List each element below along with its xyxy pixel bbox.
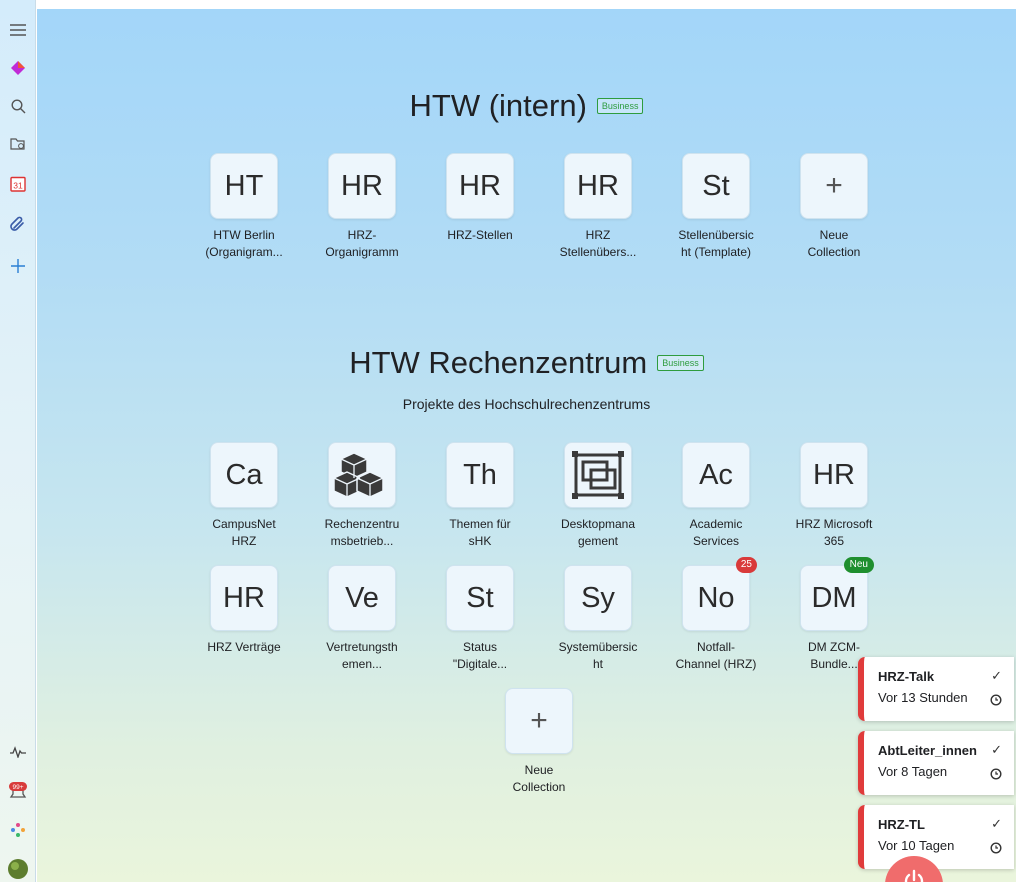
- check-icon[interactable]: ✓: [991, 742, 1002, 758]
- activity-icon[interactable]: [0, 740, 36, 764]
- collection-tile[interactable]: Ve Vertretungsth emen...: [307, 565, 417, 673]
- svg-text:31: 31: [13, 181, 23, 191]
- collection-label: HRZ Stellenübers...: [559, 228, 637, 259]
- collection-tile[interactable]: HR HRZ Stellenübers...: [543, 153, 653, 261]
- sidebar: 31 99+: [0, 0, 36, 882]
- collection-icon: Sy: [564, 565, 632, 631]
- top-strip: [37, 0, 1016, 9]
- collection-label: HRZ Verträge: [207, 640, 281, 654]
- collection-icon: Ca: [210, 442, 278, 508]
- collection-label: Systemübersic ht: [558, 640, 638, 671]
- collection-label: HRZ Microsoft 365: [795, 517, 873, 548]
- paperclip-icon[interactable]: [0, 212, 36, 236]
- notification-card[interactable]: AbtLeiter_innen Vor 8 Tagen ✓: [858, 731, 1014, 795]
- collection-label: Neue Collection: [807, 228, 861, 259]
- business-badge: Business: [657, 354, 704, 371]
- bell-icon[interactable]: 99+: [0, 779, 36, 803]
- section-title-text: HTW Rechenzentrum: [349, 344, 648, 380]
- new-collection-button[interactable]: + Neue Collection: [484, 688, 594, 796]
- plus-icon: +: [800, 153, 868, 219]
- search-icon[interactable]: [0, 94, 36, 118]
- collection-label: HRZ-Stellen: [447, 228, 513, 242]
- section-subtitle: Projekte des Hochschulrechenzentrums: [402, 396, 651, 412]
- notification-time: Vor 8 Tagen: [878, 764, 948, 779]
- collection-label: Stellenübersic ht (Template): [678, 228, 754, 259]
- new-badge: Neu: [843, 557, 874, 573]
- collection-icon: St: [682, 153, 750, 219]
- notification-card[interactable]: HRZ-Talk Vor 13 Stunden ✓: [858, 657, 1014, 721]
- notification-title: AbtLeiter_innen: [878, 743, 977, 758]
- collection-tile[interactable]: St Status "Digitale...: [425, 565, 535, 673]
- collection-icon: No 25: [682, 557, 757, 631]
- menu-icon[interactable]: [0, 18, 36, 42]
- collection-label: Rechenzentru msbetrieb...: [324, 517, 400, 548]
- collection-label: Neue Collection: [512, 763, 566, 794]
- collection-label: Notfall- Channel (HRZ): [675, 640, 757, 671]
- collection-icon: DM Neu: [800, 557, 874, 631]
- collection-icon: HR: [328, 153, 396, 219]
- section-title: HTW (intern) Business: [37, 86, 1016, 124]
- collection-label: CampusNet HRZ: [212, 517, 276, 548]
- collection-label: Status "Digitale...: [452, 640, 508, 671]
- collection-tile[interactable]: HR HRZ-Stellen: [425, 153, 535, 244]
- collection-icon: HR: [800, 442, 868, 508]
- collection-label: Vertretungsth emen...: [326, 640, 398, 671]
- collection-tile[interactable]: HR HRZ Microsoft 365: [779, 442, 889, 550]
- collection-icon: Ve: [328, 565, 396, 631]
- business-badge: Business: [596, 97, 644, 114]
- apps-icon[interactable]: [0, 818, 36, 842]
- collection-abbr: DM: [811, 581, 857, 614]
- collection-icon: Ac: [682, 442, 750, 508]
- check-icon[interactable]: ✓: [991, 816, 1002, 832]
- notification-card[interactable]: HRZ-TL Vor 10 Tagen ✓: [858, 805, 1014, 869]
- collection-icon: HR: [210, 565, 278, 631]
- collection-label: Themen für sHK: [449, 517, 511, 548]
- notification-time: Vor 10 Tagen: [878, 838, 955, 853]
- collection-tile[interactable]: No 25 Notfall- Channel (HRZ): [661, 557, 771, 673]
- collection-tile[interactable]: Ca CampusNet HRZ: [189, 442, 299, 550]
- check-icon[interactable]: ✓: [991, 668, 1002, 684]
- section-title: HTW Rechenzentrum Business: [37, 343, 1016, 381]
- cubes-icon: [328, 442, 396, 508]
- collection-abbr: No: [697, 581, 735, 614]
- collection-label: Academic Services: [689, 517, 743, 548]
- collection-tile[interactable]: Th Themen für sHK: [425, 442, 535, 550]
- collection-icon: St: [446, 565, 514, 631]
- section-title-text: HTW (intern): [409, 87, 587, 123]
- collection-icon: Th: [446, 442, 514, 508]
- notification-title: HRZ-TL: [878, 817, 925, 832]
- collection-tile[interactable]: Desktopmana gement: [543, 442, 653, 550]
- notification-title: HRZ-Talk: [878, 669, 935, 684]
- collection-label: HRZ- Organigramm: [325, 228, 399, 259]
- collection-icon: HR: [446, 153, 514, 219]
- collection-tile[interactable]: Rechenzentru msbetrieb...: [307, 442, 417, 550]
- notification-time: Vor 13 Stunden: [878, 690, 968, 705]
- collection-tile[interactable]: Sy Systemübersic ht: [543, 565, 653, 673]
- add-icon[interactable]: [0, 254, 36, 278]
- collection-icon: HR: [564, 153, 632, 219]
- clock-icon[interactable]: [990, 693, 1002, 711]
- new-collection-button[interactable]: + Neue Collection: [779, 153, 889, 261]
- collection-label: Desktopmana gement: [560, 517, 636, 548]
- svg-text:99+: 99+: [12, 784, 23, 791]
- collection-tile[interactable]: HT HTW Berlin (Organigram...: [189, 153, 299, 261]
- desktop-windows-icon: [564, 442, 632, 508]
- calendar-icon[interactable]: 31: [0, 172, 36, 196]
- folder-icon[interactable]: [0, 132, 36, 156]
- collection-tile[interactable]: HR HRZ Verträge: [189, 565, 299, 656]
- clock-icon[interactable]: [990, 841, 1002, 859]
- avatar[interactable]: [0, 857, 36, 881]
- collection-icon: HT: [210, 153, 278, 219]
- collection-tile[interactable]: St Stellenübersic ht (Template): [661, 153, 771, 261]
- plus-icon: +: [505, 688, 573, 754]
- unread-count-badge: 25: [735, 557, 757, 573]
- power-icon: [904, 869, 924, 882]
- clock-icon[interactable]: [990, 767, 1002, 785]
- collection-tile[interactable]: Ac Academic Services: [661, 442, 771, 550]
- gem-icon[interactable]: [0, 56, 36, 80]
- collection-tile[interactable]: HR HRZ- Organigramm: [307, 153, 417, 261]
- collection-label: HTW Berlin (Organigram...: [205, 228, 283, 259]
